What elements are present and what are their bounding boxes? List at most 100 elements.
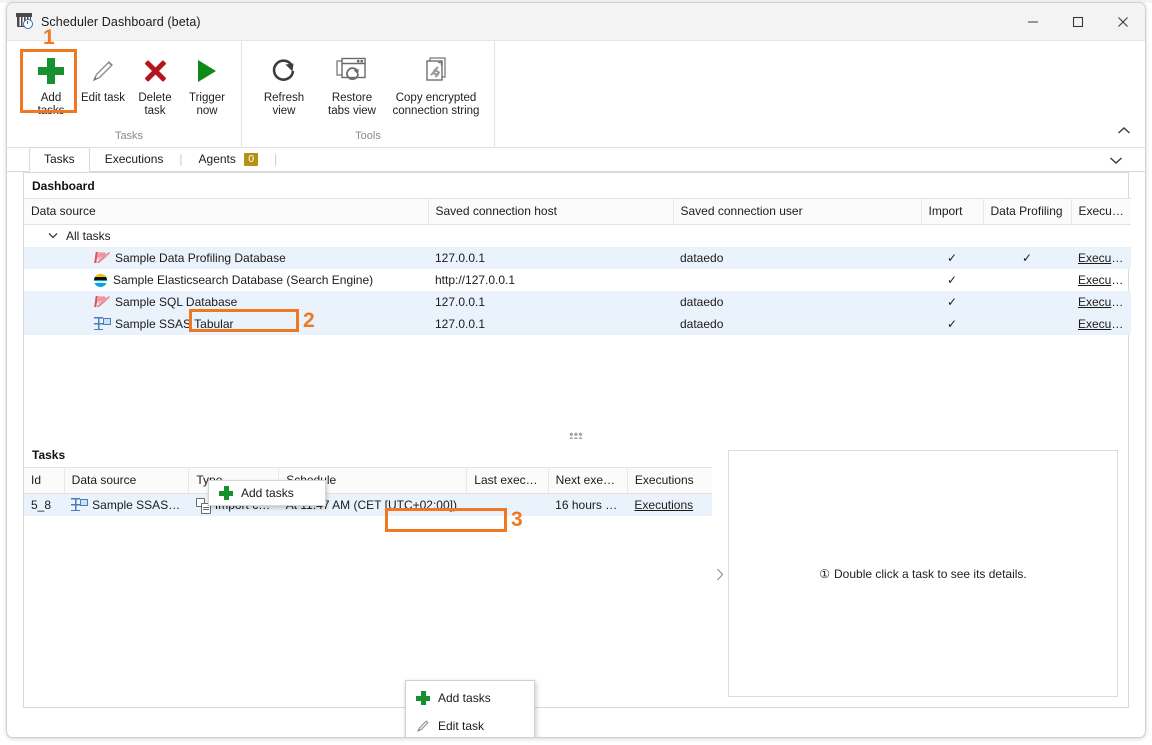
restore-tabs-icon xyxy=(336,52,368,90)
dashboard-col-data-source[interactable]: Data source xyxy=(24,198,429,225)
context-menu-edit-task-label: Edit task xyxy=(438,719,485,733)
tab-executions-label: Executions xyxy=(104,152,164,166)
refresh-view-button[interactable]: Refresh view xyxy=(250,46,318,122)
task-next-execution: 16 hours fro... xyxy=(548,493,628,516)
ribbon-group-tools-label: Tools xyxy=(355,130,381,142)
content-area: Dashboard Data source Saved connection h… xyxy=(7,172,1145,737)
row-executions-link[interactable]: Executions xyxy=(1071,269,1131,291)
ssas-icon xyxy=(71,498,89,512)
restore-tabs-view-label: Restore tabs view xyxy=(328,92,376,117)
panel-splitter[interactable] xyxy=(24,428,1128,442)
splitter-grip-icon xyxy=(569,431,583,439)
tasks-col-last-execution[interactable]: Last execution xyxy=(466,467,549,494)
dashboard-title: Dashboard xyxy=(32,179,95,193)
context-menu-item-add-tasks[interactable]: Add tasks xyxy=(406,684,534,712)
table-row[interactable]: Sample SSAS Tabular 127.0.0.1 dataedo ✓ … xyxy=(24,313,1131,335)
chevron-right-icon[interactable] xyxy=(712,442,728,707)
dashboard-group-label: All tasks xyxy=(66,229,111,243)
tasks-col-executions[interactable]: Executions xyxy=(627,467,712,494)
context-menu-item-edit-task[interactable]: Edit task xyxy=(406,712,534,737)
task-context-menu: Add tasks Edit task Remove ta xyxy=(405,680,535,737)
task-id: 5_8 xyxy=(24,493,65,516)
row-import-check: ✓ xyxy=(946,273,958,287)
copy-encrypted-connection-string-button[interactable]: Copy encrypted connection string xyxy=(386,46,486,122)
plus-icon xyxy=(38,52,64,90)
delete-task-button[interactable]: Delete task xyxy=(129,46,181,122)
tab-agents[interactable]: Agents 0 xyxy=(184,147,274,172)
dashboard-group-row[interactable]: All tasks xyxy=(24,224,1131,247)
table-row[interactable]: Sample Elasticsearch Database (Search En… xyxy=(24,269,1131,291)
tasks-title: Tasks xyxy=(32,448,66,462)
row-data-source: Sample SSAS Tabular xyxy=(115,317,234,331)
calendar-clock-icon xyxy=(16,12,33,30)
row-executions-link[interactable]: Executions xyxy=(1071,247,1131,269)
dashboard-col-saved-connection-user[interactable]: Saved connection user xyxy=(673,198,922,225)
pencil-icon xyxy=(416,719,438,733)
table-row[interactable]: Sample Data Profiling Database 127.0.0.1… xyxy=(24,247,1131,269)
row-import-check: ✓ xyxy=(921,291,983,313)
chevron-down-icon[interactable] xyxy=(48,231,60,242)
ribbon-group-tasks: Add tasks Edit task Delete task Trigger … xyxy=(17,41,242,147)
dashboard-col-saved-connection-host[interactable]: Saved connection host xyxy=(428,198,674,225)
application-window: Scheduler Dashboard (beta) Add tasks Edi… xyxy=(6,2,1146,738)
task-executions-link[interactable]: Executions xyxy=(627,493,712,516)
trigger-now-button[interactable]: Trigger now xyxy=(181,46,233,122)
dashboard-grid: Data source Saved connection host Saved … xyxy=(24,198,1131,335)
tasks-col-data-source[interactable]: Data source xyxy=(64,467,190,494)
row-host: 127.0.0.1 xyxy=(428,247,673,269)
row-import-check: ✓ xyxy=(921,313,983,335)
task-details-section: ① Double click a task to see its details… xyxy=(728,442,1128,707)
trigger-now-label: Trigger now xyxy=(189,92,225,117)
dashboard-col-data-profiling[interactable]: Data Profiling xyxy=(983,198,1072,225)
lower-area: Tasks Id Data source Type xyxy=(24,442,1128,707)
main-panel: Dashboard Data source Saved connection h… xyxy=(23,172,1131,737)
tasks-section: Tasks Id Data source Type xyxy=(24,442,712,707)
row-user: dataedo xyxy=(673,247,921,269)
tasks-col-next-execution[interactable]: Next execu... xyxy=(548,467,628,494)
floating-add-tasks-button[interactable]: Add tasks xyxy=(208,480,326,506)
tab-tasks-label: Tasks xyxy=(44,152,75,166)
task-details-placeholder: ① Double click a task to see its details… xyxy=(728,450,1118,697)
refresh-view-label: Refresh view xyxy=(263,92,305,117)
window-title: Scheduler Dashboard (beta) xyxy=(41,14,201,29)
copy-link-icon xyxy=(421,52,451,90)
annotation-marker-3: 3 xyxy=(511,508,523,531)
context-menu-add-tasks-label: Add tasks xyxy=(438,691,491,705)
chevron-up-icon[interactable] xyxy=(1113,119,1135,141)
maximize-icon[interactable] xyxy=(1055,3,1100,41)
edit-task-button[interactable]: Edit task xyxy=(77,46,129,109)
plus-icon xyxy=(416,691,438,705)
minimize-icon[interactable] xyxy=(1010,3,1055,41)
tab-separator-2: | xyxy=(274,152,278,166)
floating-add-tasks-label: Add tasks xyxy=(241,486,294,500)
row-profiling-check xyxy=(983,313,1071,335)
task-data-source: Sample SSAS Tabul... xyxy=(92,498,189,512)
annotation-marker-2: 2 xyxy=(303,309,315,332)
tab-tasks[interactable]: Tasks xyxy=(29,147,90,172)
close-icon[interactable] xyxy=(1100,3,1145,41)
table-row[interactable]: Sample SQL Database 127.0.0.1 dataedo ✓ … xyxy=(24,291,1131,313)
tasks-col-id[interactable]: Id xyxy=(24,467,65,494)
annotation-marker-1: 1 xyxy=(43,26,55,49)
row-host: 127.0.0.1 xyxy=(428,291,673,313)
screenshot-root: Scheduler Dashboard (beta) Add tasks Edi… xyxy=(0,0,1152,745)
chevron-down-icon[interactable] xyxy=(1107,152,1125,168)
row-profiling-check xyxy=(983,269,1071,291)
row-executions-link[interactable]: Executions xyxy=(1071,313,1131,335)
tab-agents-label: Agents xyxy=(198,152,236,166)
restore-tabs-view-button[interactable]: Restore tabs view xyxy=(318,46,386,122)
row-profiling-check: ✓ xyxy=(983,247,1071,269)
add-tasks-button[interactable]: Add tasks xyxy=(25,46,77,122)
tasks-grid: Id Data source Type Schedule Last execut… xyxy=(24,467,712,516)
delete-task-label: Delete task xyxy=(138,92,172,117)
tab-agents-badge: 0 xyxy=(244,153,259,166)
row-host: 127.0.0.1 xyxy=(428,313,673,335)
ribbon-group-tools: Refresh view Restore tabs view Copy encr… xyxy=(242,41,495,147)
row-executions-link[interactable]: Executions xyxy=(1071,291,1131,313)
row-data-source: Sample Data Profiling Database xyxy=(115,251,286,265)
dashboard-col-import[interactable]: Import xyxy=(921,198,984,225)
tab-executions[interactable]: Executions xyxy=(90,147,179,172)
dashboard-col-executions[interactable]: Executions xyxy=(1071,198,1131,225)
table-row[interactable]: 5_8 Sample SSAS Tabul... Import ch... At… xyxy=(24,493,712,516)
refresh-icon xyxy=(269,52,299,90)
